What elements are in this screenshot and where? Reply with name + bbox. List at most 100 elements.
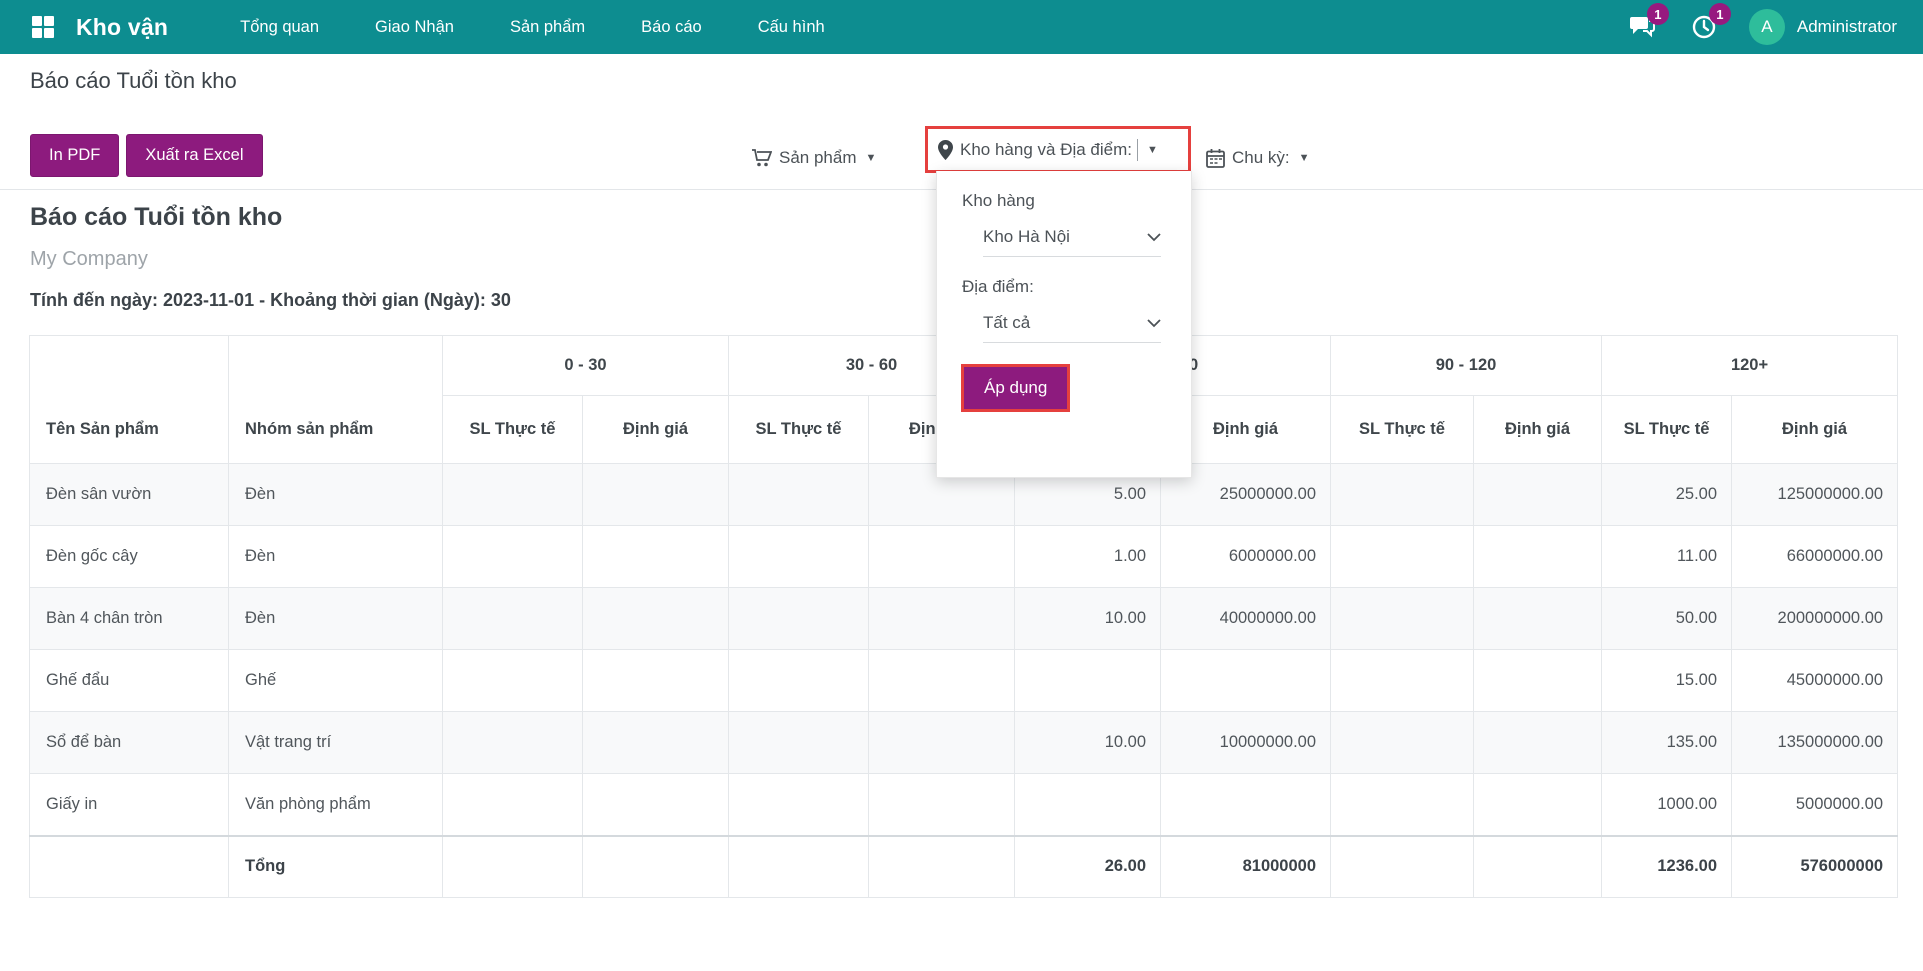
cell-value xyxy=(443,526,583,588)
location-select-value: Tất cả xyxy=(983,313,1030,333)
cell-value xyxy=(869,650,1015,712)
cell-product-group: Ghế xyxy=(229,650,443,712)
cell-value xyxy=(583,464,729,526)
bucket-header-3: 90 - 120 xyxy=(1331,336,1602,396)
table-row-4: Sổ để bànVật trang trí10.0010000000.0013… xyxy=(30,712,1898,774)
messages-badge: 1 xyxy=(1647,3,1669,25)
nav-item-3[interactable]: Báo cáo xyxy=(617,2,726,53)
qty-header-0: SL Thực tế xyxy=(443,396,583,464)
cell-value xyxy=(443,588,583,650)
cell-product-name: Đèn sân vườn xyxy=(30,464,229,526)
cell-value xyxy=(1474,650,1602,712)
app-brand[interactable]: Kho vận xyxy=(76,14,168,41)
navbar: Kho vận Tổng quanGiao NhậnSản phẩmBáo cá… xyxy=(0,0,1923,54)
user-menu[interactable]: Administrator xyxy=(1797,17,1897,37)
cell-value: 125000000.00 xyxy=(1732,464,1898,526)
caret-down-icon: ▼ xyxy=(1147,144,1158,156)
cell-value: 11.00 xyxy=(1602,526,1732,588)
cell-value xyxy=(583,774,729,836)
cell-value xyxy=(729,712,869,774)
nav-item-0[interactable]: Tổng quan xyxy=(216,2,343,53)
cell-value: 200000000.00 xyxy=(1732,588,1898,650)
nav-item-4[interactable]: Cấu hình xyxy=(734,2,849,53)
cell-value: 6000000.00 xyxy=(1161,526,1331,588)
cell-product-name: Sổ để bàn xyxy=(30,712,229,774)
report-title: Báo cáo Tuổi tồn kho xyxy=(30,203,282,232)
qty-header-1: SL Thực tế xyxy=(729,396,869,464)
cell-value xyxy=(1474,588,1602,650)
total-empty-cell xyxy=(30,836,229,898)
cell-product-group: Đèn xyxy=(229,464,443,526)
activities-button[interactable]: 1 xyxy=(1687,10,1721,44)
nav-item-1[interactable]: Giao Nhận xyxy=(351,2,478,53)
messages-button[interactable]: 1 xyxy=(1625,10,1659,44)
cell-value xyxy=(1331,464,1474,526)
cell-value xyxy=(1331,650,1474,712)
cell-value xyxy=(583,650,729,712)
cell-product-name: Ghế đẩu xyxy=(30,650,229,712)
chevron-down-icon xyxy=(1147,233,1161,242)
cell-product-name: Bàn 4 chân tròn xyxy=(30,588,229,650)
print-pdf-button[interactable]: In PDF xyxy=(30,134,119,177)
table-row-5: Giấy inVăn phòng phẩm1000.005000000.00 xyxy=(30,774,1898,836)
val-header-4: Định giá xyxy=(1732,396,1898,464)
divider xyxy=(1137,139,1138,161)
total-value: 576000000 xyxy=(1732,836,1898,898)
nav-item-2[interactable]: Sản phẩm xyxy=(486,2,609,53)
cell-value: 40000000.00 xyxy=(1161,588,1331,650)
avatar[interactable]: A xyxy=(1749,9,1785,45)
cell-value: 15.00 xyxy=(1602,650,1732,712)
cell-value xyxy=(1331,526,1474,588)
cell-value: 50.00 xyxy=(1602,588,1732,650)
navbar-right: 1 1 A Administrator xyxy=(1625,9,1897,45)
activities-badge: 1 xyxy=(1709,3,1731,25)
val-header-3: Định giá xyxy=(1474,396,1602,464)
cell-value xyxy=(443,650,583,712)
total-value xyxy=(729,836,869,898)
cell-value: 1.00 xyxy=(1015,526,1161,588)
cell-value: 66000000.00 xyxy=(1732,526,1898,588)
total-value: 81000000 xyxy=(1161,836,1331,898)
warehouse-location-filter-dropdown[interactable]: Kho hàng và Địa điểm: ▼ xyxy=(925,126,1191,173)
cell-value xyxy=(1331,712,1474,774)
apps-grid-icon[interactable] xyxy=(32,16,54,38)
cell-value xyxy=(729,650,869,712)
cell-value xyxy=(869,712,1015,774)
cell-value xyxy=(443,774,583,836)
warehouse-location-panel: Kho hàng Kho Hà Nội Địa điểm: Tất cả Áp … xyxy=(936,171,1192,478)
qty-header-4: SL Thực tế xyxy=(1602,396,1732,464)
warehouse-select[interactable]: Kho Hà Nội xyxy=(983,227,1161,257)
cell-value xyxy=(869,588,1015,650)
location-select[interactable]: Tất cả xyxy=(983,313,1161,343)
cell-value xyxy=(1015,774,1161,836)
bucket-header-0: 0 - 30 xyxy=(443,336,729,396)
total-value xyxy=(869,836,1015,898)
cell-value xyxy=(729,464,869,526)
apply-button[interactable]: Áp dụng xyxy=(964,367,1067,409)
total-value xyxy=(583,836,729,898)
cell-product-name: Đèn gốc cây xyxy=(30,526,229,588)
cell-value: 10.00 xyxy=(1015,712,1161,774)
cell-value: 135000000.00 xyxy=(1732,712,1898,774)
cell-product-name: Giấy in xyxy=(30,774,229,836)
warehouse-location-filter-label: Kho hàng và Địa điểm: xyxy=(960,140,1132,160)
cell-value xyxy=(729,774,869,836)
bucket-header-4: 120+ xyxy=(1602,336,1898,396)
total-value xyxy=(1331,836,1474,898)
cell-value xyxy=(1331,774,1474,836)
total-value: 1236.00 xyxy=(1602,836,1732,898)
cell-value xyxy=(729,526,869,588)
page: Kho vận Tổng quanGiao NhậnSản phẩmBáo cá… xyxy=(0,0,1923,971)
val-header-0: Định giá xyxy=(583,396,729,464)
group-column-header: Nhóm sản phẩm xyxy=(229,336,443,464)
export-excel-button[interactable]: Xuất ra Excel xyxy=(126,134,262,177)
cell-product-group: Vật trang trí xyxy=(229,712,443,774)
cell-value xyxy=(583,588,729,650)
period-filter-label: Chu kỳ: xyxy=(1232,148,1290,168)
product-filter-dropdown[interactable]: Sản phẩm ▼ xyxy=(752,136,876,180)
cell-value: 10.00 xyxy=(1015,588,1161,650)
product-column-header: Tên Sản phẩm xyxy=(30,336,229,464)
action-buttons: In PDF Xuất ra Excel xyxy=(30,134,263,177)
period-filter-dropdown[interactable]: Chu kỳ: ▼ xyxy=(1206,136,1310,180)
cell-value: 25.00 xyxy=(1602,464,1732,526)
